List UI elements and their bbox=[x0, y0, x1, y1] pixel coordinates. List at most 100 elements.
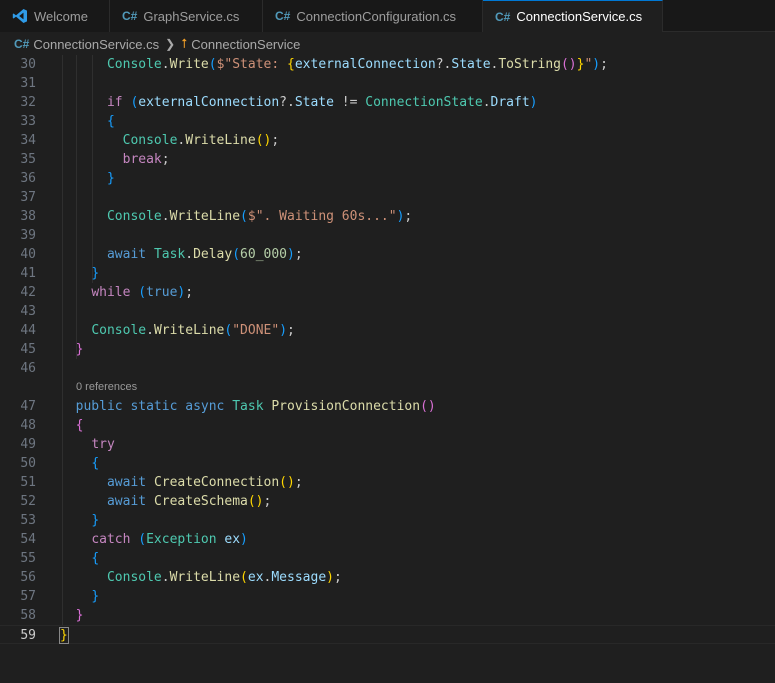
code-line[interactable]: 42 while (true); bbox=[0, 283, 775, 302]
code-lens-references[interactable]: 0 references bbox=[76, 379, 137, 396]
code-text: { bbox=[60, 549, 99, 568]
code-token: ; bbox=[263, 494, 272, 509]
line-number: 32 bbox=[20, 95, 36, 110]
tab-connectionservice[interactable]: C# ConnectionService.cs bbox=[483, 0, 663, 32]
code-line[interactable]: 49 try bbox=[0, 435, 775, 454]
code-token: Task bbox=[232, 399, 264, 414]
code-token: . bbox=[185, 247, 194, 262]
code-token: ( bbox=[240, 570, 248, 585]
code-line[interactable]: 47 public static async Task ProvisionCon… bbox=[0, 397, 775, 416]
line-number: 53 bbox=[20, 513, 36, 528]
code-line[interactable]: 58 } bbox=[0, 606, 775, 625]
line-number: 39 bbox=[20, 228, 36, 243]
code-text: } bbox=[60, 587, 99, 606]
code-text: { bbox=[60, 454, 99, 473]
code-token: ) bbox=[326, 570, 334, 585]
code-line[interactable]: 39 bbox=[0, 226, 775, 245]
code-token: Exception bbox=[146, 532, 217, 547]
code-token: $". Waiting 60s..." bbox=[247, 209, 397, 224]
line-number: 44 bbox=[20, 323, 36, 338]
chevron-right-icon: ❯ bbox=[165, 37, 176, 51]
line-number: 35 bbox=[20, 152, 36, 167]
code-token: "DONE" bbox=[232, 323, 280, 338]
code-text: } bbox=[60, 264, 99, 283]
code-token: . bbox=[161, 209, 170, 224]
code-line[interactable]: 33 { bbox=[0, 112, 775, 131]
line-number: 30 bbox=[20, 57, 36, 72]
code-token: Message bbox=[271, 570, 327, 585]
code-line[interactable]: 46 bbox=[0, 359, 775, 378]
code-text: Console.Write($"State: {externalConnecti… bbox=[60, 55, 608, 74]
line-number: 47 bbox=[20, 399, 36, 414]
code-line[interactable]: 50 { bbox=[0, 454, 775, 473]
code-line[interactable]: 31 bbox=[0, 74, 775, 93]
code-token: { bbox=[91, 551, 100, 566]
code-line[interactable]: 56 Console.WriteLine(ex.Message); bbox=[0, 568, 775, 587]
code-line[interactable]: 40 await Task.Delay(60_000); bbox=[0, 245, 775, 264]
code-line[interactable]: 43 bbox=[0, 302, 775, 321]
csharp-file-icon: C# bbox=[495, 9, 511, 24]
code-line[interactable]: 36 } bbox=[0, 169, 775, 188]
code-text: Console.WriteLine(); bbox=[60, 131, 280, 150]
code-line[interactable]: 38 Console.WriteLine($". Waiting 60s..."… bbox=[0, 207, 775, 226]
code-editor[interactable]: 0 references 30 Console.Write($"State: {… bbox=[0, 55, 775, 683]
breadcrumb-symbol[interactable]: ConnectionService bbox=[191, 37, 300, 52]
code-token: ; bbox=[287, 323, 295, 338]
code-token: Write bbox=[169, 57, 209, 72]
code-token: ; bbox=[404, 209, 413, 224]
code-line[interactable]: 51 await CreateConnection(); bbox=[0, 473, 775, 492]
code-token: . bbox=[161, 57, 170, 72]
code-token: ?. bbox=[435, 57, 452, 72]
code-line[interactable]: 54 catch (Exception ex) bbox=[0, 530, 775, 549]
code-line[interactable]: 55 { bbox=[0, 549, 775, 568]
code-token: } bbox=[91, 513, 100, 528]
code-line[interactable]: 35 break; bbox=[0, 150, 775, 169]
line-number: 48 bbox=[20, 418, 36, 433]
code-text: while (true); bbox=[60, 283, 193, 302]
code-line[interactable]: 57 } bbox=[0, 587, 775, 606]
breadcrumb-file[interactable]: ConnectionService.cs bbox=[33, 37, 159, 52]
code-line[interactable]: 52 await CreateSchema(); bbox=[0, 492, 775, 511]
code-line[interactable]: 30 Console.Write($"State: {externalConne… bbox=[0, 55, 775, 74]
tab-label: ConnectionConfiguration.cs bbox=[296, 8, 457, 24]
code-line[interactable]: 48 { bbox=[0, 416, 775, 435]
code-token: Draft bbox=[490, 95, 530, 110]
code-token: await bbox=[106, 247, 147, 262]
code-token: . bbox=[482, 95, 491, 110]
line-number: 58 bbox=[20, 608, 36, 623]
code-line[interactable]: 32 if (externalConnection?.State != Conn… bbox=[0, 93, 775, 112]
editor-tab-bar: Welcome C# GraphService.cs C# Connection… bbox=[0, 0, 775, 32]
line-number: 31 bbox=[20, 76, 36, 91]
code-token: ( bbox=[138, 285, 147, 300]
line-number: 54 bbox=[20, 532, 36, 547]
code-token: ex bbox=[247, 570, 264, 585]
code-token: Delay bbox=[193, 247, 233, 262]
code-token: ; bbox=[294, 247, 303, 262]
tab-welcome[interactable]: Welcome bbox=[0, 0, 110, 32]
code-line[interactable]: 34 Console.WriteLine(); bbox=[0, 131, 775, 150]
code-token: await bbox=[106, 494, 147, 509]
code-token: { bbox=[287, 57, 295, 72]
code-text: } bbox=[60, 169, 115, 188]
code-token: static bbox=[130, 399, 178, 414]
code-line[interactable]: 45 } bbox=[0, 340, 775, 359]
tab-graphservice[interactable]: C# GraphService.cs bbox=[110, 0, 263, 32]
code-line[interactable]: 37 bbox=[0, 188, 775, 207]
code-token: externalConnection bbox=[294, 57, 436, 72]
code-token: State bbox=[294, 95, 334, 110]
code-line[interactable]: 44 Console.WriteLine("DONE"); bbox=[0, 321, 775, 340]
tab-connectionconfiguration[interactable]: C# ConnectionConfiguration.cs bbox=[263, 0, 483, 32]
code-line[interactable]: 53 } bbox=[0, 511, 775, 530]
code-line[interactable]: 59} bbox=[0, 625, 775, 644]
code-line[interactable]: 41 } bbox=[0, 264, 775, 283]
